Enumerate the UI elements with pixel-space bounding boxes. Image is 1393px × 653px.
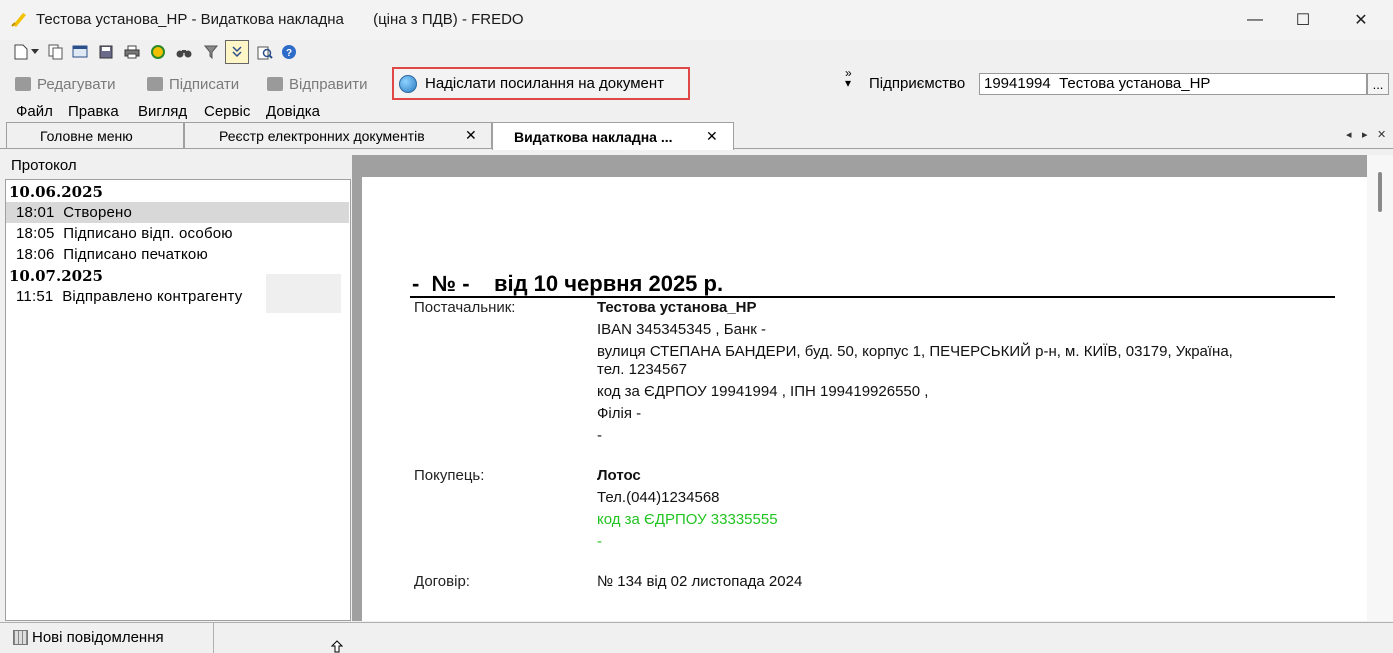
tab-invoice-label: Видаткова накладна ...: [514, 128, 673, 145]
supplier-name: Тестова установа_НР: [597, 299, 757, 316]
send-icon: [267, 77, 283, 91]
tab-edoc-registry-label: Реєстр електронних документів: [219, 127, 425, 144]
menu-file[interactable]: Файл: [16, 103, 53, 120]
list-item[interactable]: 18:06 Підписано печаткою: [16, 246, 208, 263]
tab-main-menu[interactable]: Головне меню: [6, 122, 184, 148]
menu-edit[interactable]: Правка: [68, 103, 119, 120]
tab-edoc-registry[interactable]: Реєстр електронних документів ✕: [184, 122, 492, 148]
supplier-label: Постачальник:: [414, 299, 516, 316]
supplier-phone: тел. 1234567: [597, 361, 688, 378]
buyer-name: Лотос: [597, 467, 641, 484]
document-frame-top: [352, 155, 1367, 177]
protocol-date: 10.07.2025: [9, 267, 103, 285]
edit-icon: [15, 77, 31, 91]
edit-button-label: Редагувати: [37, 75, 116, 93]
row-overflow-shade: [266, 274, 341, 313]
contract-value: № 134 від 02 листопада 2024: [597, 573, 803, 590]
globe-icon: [399, 74, 417, 93]
help-icon[interactable]: ?: [280, 43, 298, 61]
document-scrollbar[interactable]: [1367, 155, 1393, 621]
binoculars-icon[interactable]: [175, 43, 193, 61]
buyer-phone: Тел.(044)1234568: [597, 489, 720, 506]
list-item[interactable]: 18:05 Підписано відп. особою: [16, 225, 233, 242]
fredo-logo-icon: [11, 13, 26, 27]
supplier-iban: IBAN 345345345 , Банк -: [597, 321, 766, 338]
buyer-label: Покупець:: [414, 467, 485, 484]
send-button[interactable]: Відправити: [267, 74, 368, 94]
protocol-date: 10.06.2025: [9, 183, 103, 201]
new-messages-label: Нові повідомлення: [32, 629, 164, 646]
menu-help[interactable]: Довідка: [266, 103, 320, 120]
copy-icon[interactable]: [47, 43, 65, 61]
send-link-button-label: Надіслати посилання на документ: [425, 75, 664, 92]
send-button-label: Відправити: [289, 75, 368, 93]
menu-view[interactable]: Вигляд: [138, 103, 187, 120]
document-frame-left: [352, 155, 362, 621]
supplier-codes: код за ЄДРПОУ 19941994 , ІПН 19941992655…: [597, 383, 929, 400]
buyer-code: код за ЄДРПОУ 33335555: [597, 511, 778, 528]
filter-icon[interactable]: [202, 43, 220, 61]
new-messages-button[interactable]: Нові повідомлення: [13, 629, 164, 646]
print-icon[interactable]: [123, 43, 141, 61]
minimize-button[interactable]: —: [1232, 0, 1278, 40]
tab-close-icon[interactable]: ✕: [706, 128, 718, 145]
list-item[interactable]: 11:51 Відправлено контрагенту: [16, 288, 242, 305]
status-bar: [0, 622, 1393, 653]
protocol-title: Протокол: [11, 157, 77, 174]
refresh-icon[interactable]: [149, 43, 167, 61]
toolbar-overflow-icon[interactable]: » ▾: [845, 67, 852, 89]
maximize-button[interactable]: ☐: [1280, 0, 1326, 40]
scrollbar-thumb[interactable]: [1378, 172, 1382, 212]
svg-text:?: ?: [286, 48, 292, 59]
buyer-extra: -: [597, 533, 602, 550]
document-heading: - № - від 10 червня 2025 р.: [412, 271, 724, 296]
tab-main-menu-label: Головне меню: [40, 127, 133, 144]
company-select-button[interactable]: ...: [1367, 73, 1389, 95]
window-title: Тестова установа_НР - Видаткова накладна…: [36, 11, 524, 28]
new-document-icon[interactable]: [12, 43, 30, 61]
list-item[interactable]: 18:01 Створено: [16, 204, 132, 221]
cursor-icon: [331, 640, 343, 653]
supplier-address: вулиця СТЕПАНА БАНДЕРИ, буд. 50, корпус …: [597, 343, 1233, 360]
supplier-branch: Філія -: [597, 405, 642, 422]
tab-close-icon[interactable]: ✕: [465, 127, 477, 144]
company-label: Підприємство: [869, 75, 966, 92]
tab-prev-icon[interactable]: ◂: [1346, 128, 1352, 141]
tab-invoice[interactable]: Видаткова накладна ... ✕: [492, 122, 734, 150]
sign-button-label: Підписати: [169, 75, 240, 93]
send-link-button[interactable]: Надіслати посилання на документ: [392, 67, 690, 100]
open-window-icon[interactable]: [71, 43, 89, 61]
edit-button[interactable]: Редагувати: [15, 74, 116, 94]
supplier-extra: -: [597, 427, 602, 444]
close-button[interactable]: ✕: [1338, 0, 1384, 40]
heading-divider: [410, 296, 1335, 298]
preview-icon[interactable]: [256, 43, 274, 61]
save-icon[interactable]: [97, 43, 115, 61]
grid-icon: [13, 630, 28, 645]
expand-filter-icon[interactable]: [225, 40, 249, 64]
menu-service[interactable]: Сервіс: [204, 103, 250, 120]
new-dropdown-icon[interactable]: [30, 43, 40, 61]
sign-button[interactable]: Підписати: [147, 74, 239, 94]
tab-next-icon[interactable]: ▸: [1362, 128, 1368, 141]
company-field[interactable]: 19941994 Тестова установа_НР: [979, 73, 1367, 95]
status-divider: [213, 622, 214, 653]
tab-close-all-icon[interactable]: ✕: [1377, 128, 1386, 141]
sign-icon: [147, 77, 163, 91]
contract-label: Договір:: [414, 573, 470, 590]
